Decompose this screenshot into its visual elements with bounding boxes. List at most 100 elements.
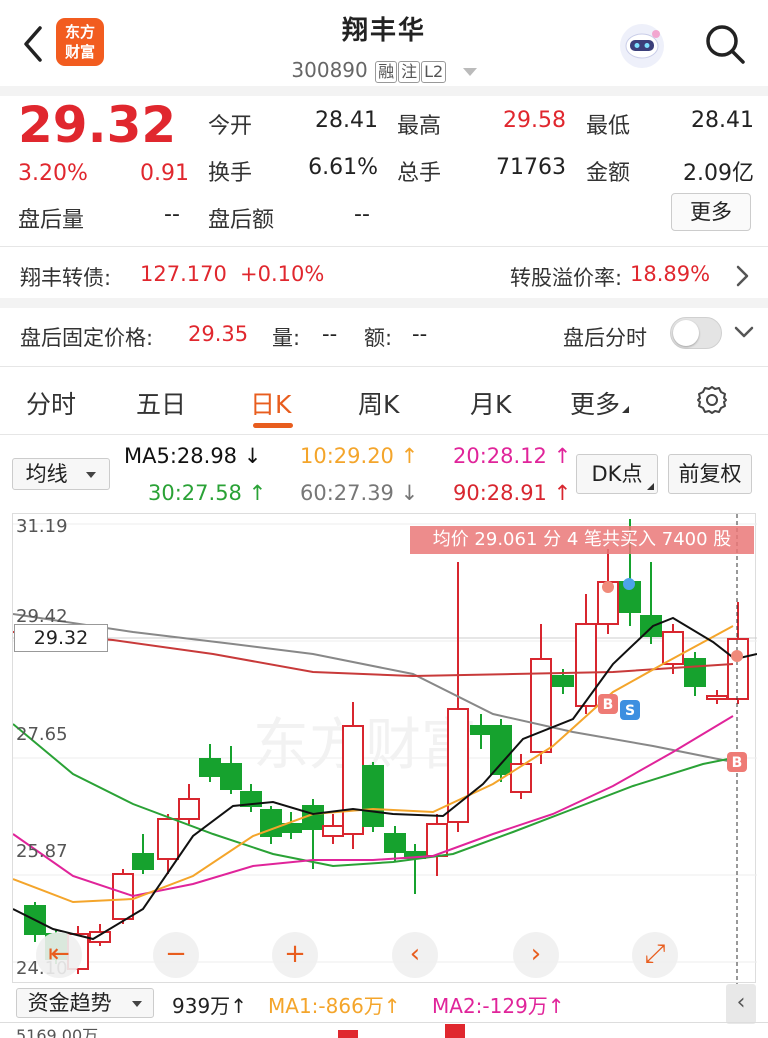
volume-value: 71763 bbox=[496, 155, 566, 180]
divider bbox=[0, 246, 768, 247]
tab-daily-k[interactable]: 日K bbox=[250, 385, 291, 421]
after-hours-amt-label: 额: bbox=[364, 326, 393, 350]
after-hours-price: 29.35 bbox=[188, 322, 249, 346]
search-button[interactable] bbox=[703, 22, 747, 66]
after-hours-amount-value: -- bbox=[354, 202, 370, 227]
capital-value: 939万↑ bbox=[172, 990, 247, 1019]
ma90-line bbox=[13, 631, 734, 678]
bond-premium-value: 18.89% bbox=[630, 262, 711, 286]
divider bbox=[0, 1022, 768, 1023]
turnover-value: 6.61% bbox=[308, 155, 378, 180]
tab-five-day[interactable]: 五日 bbox=[136, 385, 186, 421]
arrow-down-icon: ↓ bbox=[400, 481, 419, 505]
chevron-left-icon: ‹ bbox=[736, 990, 746, 1015]
arrow-up-icon: ↑ bbox=[230, 994, 247, 1018]
bond-name: 翔丰转债: bbox=[20, 266, 112, 290]
corner-triangle-icon bbox=[622, 406, 630, 413]
open-value: 28.41 bbox=[315, 108, 378, 133]
candle-body bbox=[342, 725, 364, 835]
tab-monthly-k[interactable]: 月K bbox=[470, 385, 511, 421]
tab-weekly-k[interactable]: 周K bbox=[358, 385, 399, 421]
buy-dot bbox=[731, 650, 743, 662]
tag-registered: 注 bbox=[398, 61, 421, 83]
after-hours-toggle[interactable] bbox=[670, 317, 722, 349]
robot-assistant-icon[interactable] bbox=[618, 22, 666, 70]
scroll-right-button[interactable]: › bbox=[513, 932, 559, 978]
collapse-button[interactable] bbox=[732, 320, 756, 346]
candle-body bbox=[89, 931, 111, 943]
ma30-text: 30:27.58 bbox=[148, 481, 242, 505]
low-value: 28.41 bbox=[691, 108, 754, 133]
chevron-left-icon: ‹ bbox=[409, 939, 421, 969]
corner-triangle-icon bbox=[647, 483, 654, 490]
current-price-tag: 29.32 bbox=[14, 624, 108, 652]
toggle-knob bbox=[673, 320, 699, 346]
tag-l2: L2 bbox=[421, 61, 447, 83]
zoom-in-button[interactable]: + bbox=[272, 932, 318, 978]
capital-axis-label: 5169.00万 bbox=[16, 1026, 99, 1038]
plus-icon: + bbox=[284, 939, 306, 969]
minus-icon: − bbox=[165, 939, 187, 969]
ma90-value: 90:28.91 ↑ bbox=[453, 481, 571, 505]
after-hours-volume-value: -- bbox=[164, 202, 180, 227]
buy-dot bbox=[602, 581, 614, 593]
divider bbox=[0, 366, 768, 367]
dk-point-button[interactable]: DK点 bbox=[576, 454, 658, 494]
dropdown-caret-icon bbox=[86, 472, 97, 478]
after-hours-amt-value: -- bbox=[412, 322, 428, 346]
bond-change: +0.10% bbox=[240, 262, 325, 286]
candle-body bbox=[684, 658, 706, 687]
capital-ma1: MA1:-866万↑ bbox=[268, 990, 401, 1019]
open-label: 今开 bbox=[208, 114, 253, 139]
change-percent: 3.20% bbox=[18, 161, 88, 186]
tab-more[interactable]: 更多 bbox=[570, 385, 630, 421]
high-label: 最高 bbox=[397, 114, 442, 139]
ma30-value: 30:27.58 ↑ bbox=[148, 481, 266, 505]
turnover-label: 换手 bbox=[208, 161, 253, 186]
after-hours-amount-label: 盘后额 bbox=[208, 208, 275, 233]
candle-body bbox=[384, 833, 406, 853]
candle-body bbox=[132, 853, 154, 870]
chevron-right-icon bbox=[736, 265, 749, 287]
ma5-text: MA5:28.98 bbox=[124, 444, 238, 468]
y-label-4: 25.87 bbox=[16, 841, 68, 862]
prev-button[interactable]: ⇤ bbox=[36, 932, 82, 978]
ma-type-select[interactable]: 均线 bbox=[12, 458, 110, 490]
candle-body bbox=[727, 638, 749, 700]
candle-body bbox=[510, 763, 532, 793]
low-label: 最低 bbox=[586, 114, 631, 139]
price-adjust-button[interactable]: 前复权 bbox=[668, 454, 752, 494]
after-hours-toggle-label: 盘后分时 bbox=[563, 326, 647, 350]
section-gap bbox=[0, 298, 768, 308]
arrow-down-icon: ↓ bbox=[243, 444, 262, 468]
zoom-out-button[interactable]: − bbox=[153, 932, 199, 978]
current-price: 29.32 bbox=[18, 96, 177, 154]
chart-settings-button[interactable] bbox=[696, 384, 728, 416]
arrow-up-icon: ↑ bbox=[553, 444, 572, 468]
chevron-down-icon bbox=[734, 326, 754, 338]
active-tab-indicator bbox=[253, 423, 293, 428]
candle-body bbox=[178, 798, 200, 820]
y-label-3: 27.65 bbox=[16, 724, 68, 745]
fullscreen-button[interactable]: ⤢ bbox=[632, 932, 678, 978]
candle-body bbox=[706, 695, 728, 700]
ma-type-label: 均线 bbox=[25, 462, 68, 486]
ma5-value: MA5:28.98 ↓ bbox=[124, 444, 261, 468]
scroll-left-button[interactable]: ‹ bbox=[392, 932, 438, 978]
candle-body bbox=[640, 615, 662, 637]
buy-marker-text: B bbox=[603, 697, 614, 713]
more-quote-button[interactable]: 更多 bbox=[671, 193, 751, 231]
tab-intraday[interactable]: 分时 bbox=[26, 385, 76, 421]
capital-bar bbox=[445, 1024, 465, 1038]
bond-price: 127.170 bbox=[140, 262, 227, 286]
capital-trend-select[interactable]: 资金趋势 bbox=[16, 988, 154, 1018]
bond-row-link[interactable] bbox=[730, 262, 754, 290]
chevron-right-icon: › bbox=[530, 939, 542, 969]
buy-marker-text: B bbox=[732, 755, 743, 771]
ma10-text: 10:29.20 bbox=[300, 444, 394, 468]
kline-chart[interactable]: 东方财富 B S B bbox=[12, 513, 757, 984]
candle-body bbox=[220, 763, 242, 790]
after-hours-volume-label: 盘后量 bbox=[18, 208, 85, 233]
candle-body bbox=[362, 765, 384, 827]
side-panel-button[interactable]: ‹ bbox=[726, 984, 756, 1024]
